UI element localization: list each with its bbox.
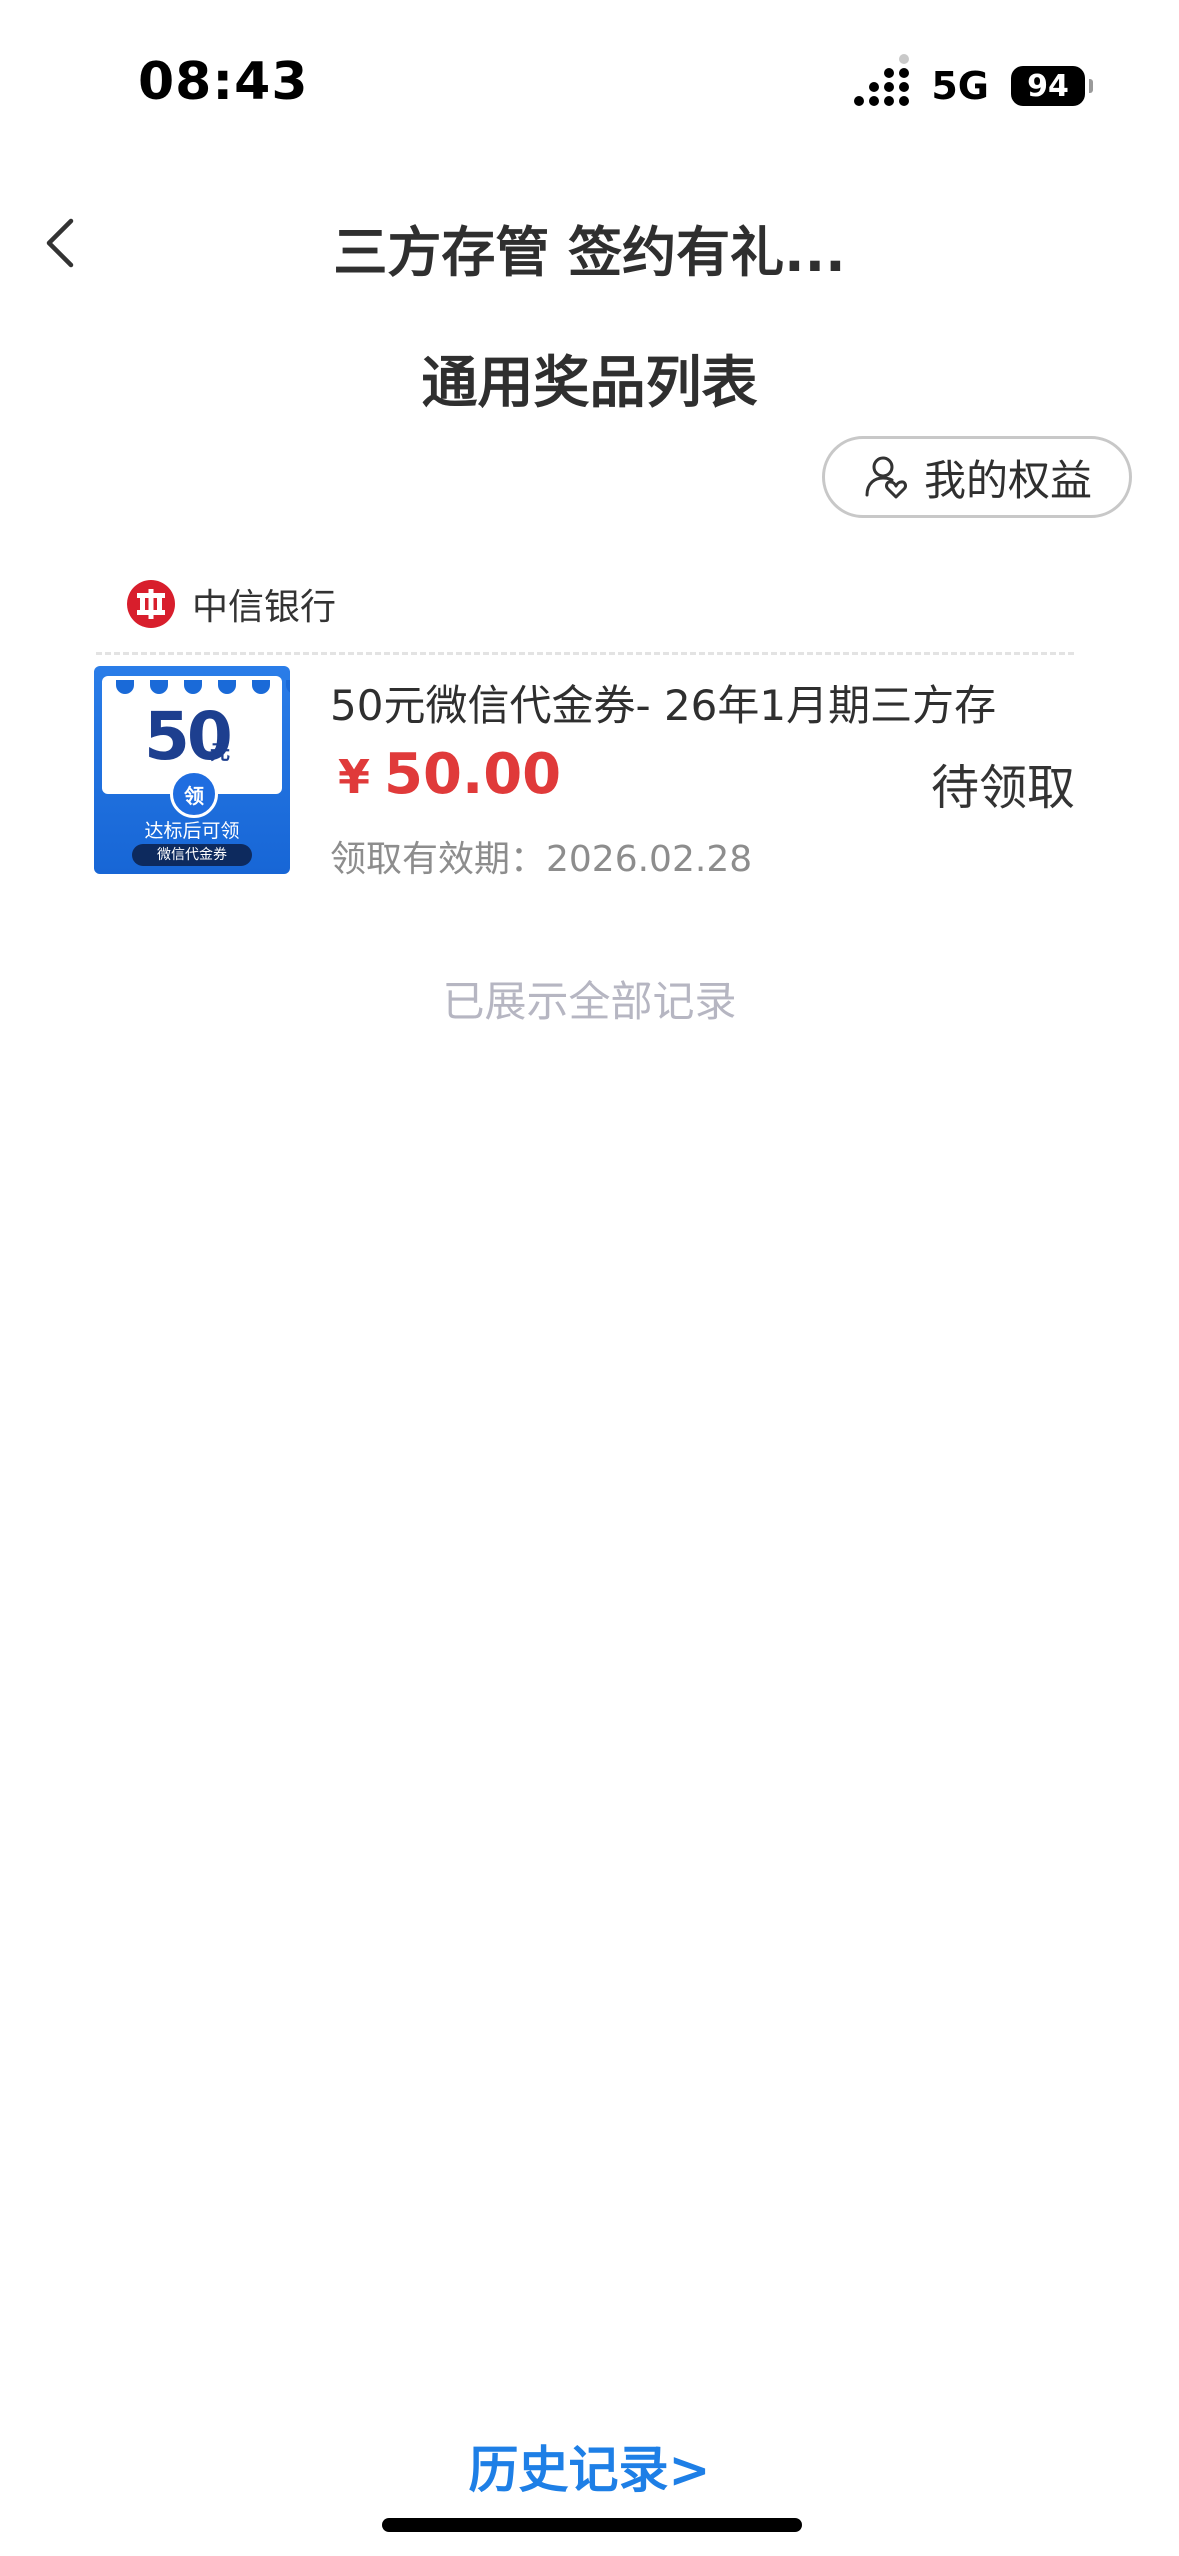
price-value: 50.00	[384, 742, 562, 807]
page-title: 三方存管 签约有礼...	[333, 221, 846, 284]
home-indicator[interactable]	[382, 2518, 802, 2532]
status-indicators: 5G 94	[854, 54, 1093, 108]
bank-header: 中信银行	[126, 578, 336, 630]
network-type: 5G	[931, 64, 989, 108]
prize-price: ¥50.00	[338, 742, 561, 807]
cellular-signal-icon	[854, 54, 910, 106]
status-time: 08:43	[138, 52, 309, 112]
coupon-thumbnail[interactable]: 50 元 领 达标后可领 微信代金券	[94, 666, 290, 874]
bank-name: 中信银行	[192, 587, 337, 628]
currency-symbol: ¥	[338, 750, 371, 804]
coupon-caption: 达标后可领	[144, 820, 240, 842]
page: 08:43 5G 94 三方存管 签约有礼... 通用奖品列表 我的权益 中信银…	[0, 0, 1179, 2556]
coupon-seal: 领	[170, 770, 218, 818]
all-records-shown-note: 已展示全部记录	[442, 977, 737, 1026]
citic-bank-logo-icon	[127, 580, 175, 628]
user-heart-icon	[865, 456, 907, 499]
prize-expiry: 领取有效期：2026.02.28	[330, 839, 753, 880]
battery-icon: 94	[1011, 66, 1093, 106]
my-rights-button[interactable]: 我的权益	[822, 436, 1132, 518]
history-records-link[interactable]: 历史记录>	[0, 2430, 1179, 2502]
coupon-unit: 元	[210, 740, 230, 764]
prize-name[interactable]: 50元微信代金券- 26年1月期三方存	[330, 672, 1090, 733]
prize-status-button[interactable]: 待领取	[931, 748, 1075, 818]
dashed-divider	[96, 652, 1074, 655]
my-rights-label: 我的权益	[923, 455, 1092, 505]
coupon-tag: 微信代金券	[132, 844, 252, 866]
section-title: 通用奖品列表	[421, 351, 758, 416]
battery-level: 94	[1027, 68, 1069, 104]
